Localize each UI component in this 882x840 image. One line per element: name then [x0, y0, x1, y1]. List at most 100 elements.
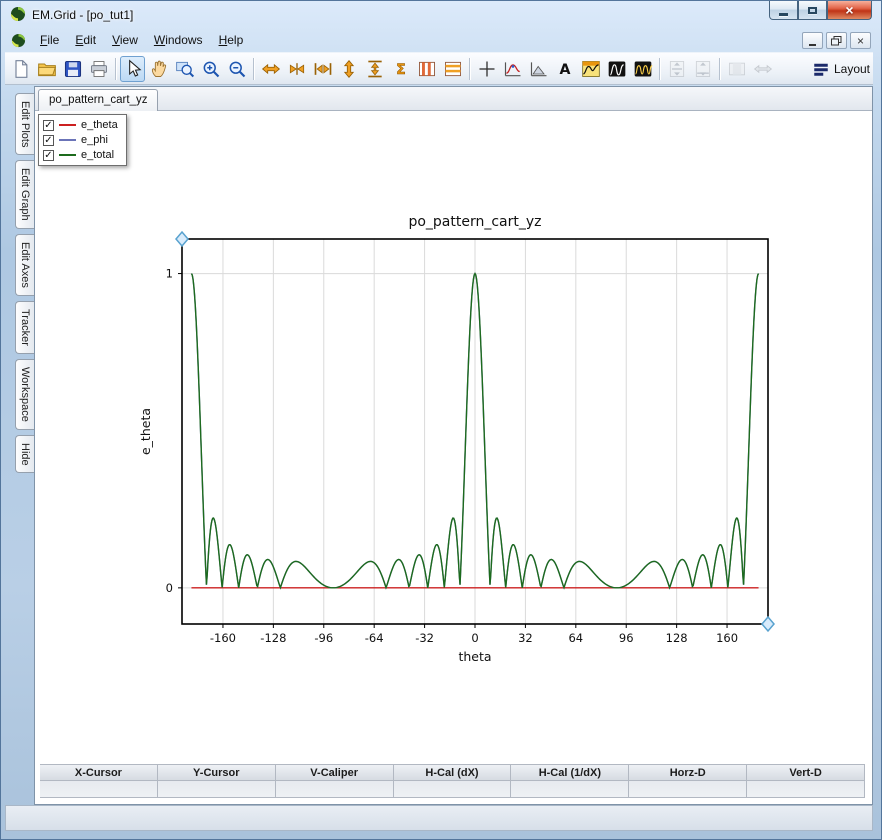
slope-marker-button[interactable] [526, 56, 551, 82]
mdi-close-button[interactable]: × [850, 32, 871, 49]
zoom-window-button[interactable] [172, 56, 197, 82]
chart[interactable]: po_pattern_cart_yz -160 -128 -96 -64 -32 0 32 64… [112, 202, 802, 682]
cursor-table-header: Horz-D [629, 764, 748, 781]
legend-checkbox[interactable]: ✓ [43, 134, 54, 146]
x-tick-label: -160 [210, 631, 236, 645]
mdi-restore-icon [831, 35, 842, 45]
legend-line-sample [59, 139, 76, 141]
zoom-out-button[interactable] [224, 56, 249, 82]
layout-icon [812, 60, 830, 78]
crosshair-button[interactable] [474, 56, 499, 82]
legend: ✓ e_theta ✓ e_phi ✓ e_total [38, 114, 127, 166]
toolbar-separator [719, 57, 720, 80]
save-button[interactable] [60, 56, 85, 82]
x-arrows-button [750, 56, 775, 82]
maximize-button[interactable] [798, 1, 827, 20]
curve-marker-button[interactable] [500, 56, 525, 82]
cursor-table-header: H-Cal (1/dX) [511, 764, 630, 781]
cursor-table-cell[interactable] [629, 781, 748, 798]
x-tick-label: -64 [365, 631, 384, 645]
y-axis-label: e_theta [138, 408, 153, 455]
x-tick-label: 96 [619, 631, 634, 645]
document-tab[interactable]: po_pattern_cart_yz [38, 89, 159, 111]
table-columns-button[interactable] [414, 56, 439, 82]
y-span-button [664, 56, 689, 82]
cursor-table-cell[interactable] [157, 781, 276, 798]
legend-checkbox[interactable]: ✓ [43, 119, 54, 131]
title-bar: EM.Grid - [po_tut1] [1, 1, 881, 29]
menu-file[interactable]: File [32, 31, 67, 50]
document-tab-label: po_pattern_cart_yz [49, 94, 148, 106]
compress-x-button[interactable] [310, 56, 335, 82]
cursor-table-value-row [40, 781, 866, 798]
spectrum-button[interactable] [630, 56, 655, 82]
plot-canvas: ✓ e_theta ✓ e_phi ✓ e_total po_pattern_c… [35, 111, 872, 804]
tab-strip: po_pattern_cart_yz [35, 87, 872, 111]
plot-style-button[interactable] [578, 56, 603, 82]
pan-tool-button[interactable] [146, 56, 171, 82]
fit-y-button[interactable] [362, 56, 387, 82]
sidebar-tab-tracker[interactable]: Tracker [15, 300, 34, 354]
menu-edit[interactable]: Edit [67, 31, 104, 50]
cursor-table-cell[interactable] [40, 781, 158, 798]
sidebar-tab-workspace[interactable]: Workspace [15, 358, 34, 430]
legend-line-sample [59, 124, 76, 126]
select-tool-button[interactable] [120, 55, 145, 82]
sidebar-tab-edit-axes[interactable]: Edit Axes [15, 234, 34, 296]
cursor-table: X-Cursor Y-Cursor V-Caliper H-Cal (dX) H-Cal… [40, 764, 866, 798]
legend-line-sample [59, 154, 76, 156]
open-button[interactable] [34, 56, 59, 82]
menu-windows[interactable]: Windows [146, 31, 211, 50]
cursor-table-cell[interactable] [393, 781, 512, 798]
expand-x-button[interactable] [258, 56, 283, 82]
table-rows-button[interactable] [440, 56, 465, 82]
mdi-minimize-button[interactable] [802, 32, 823, 49]
document-icon [11, 33, 26, 48]
mdi-restore-button[interactable] [826, 32, 847, 49]
legend-label: e_theta [81, 119, 118, 131]
client-area: Edit Plots Edit Graph Edit Axes Tracker Work… [5, 86, 873, 805]
menu-bar: File Edit View Windows Help × [5, 29, 873, 52]
minimize-button[interactable] [769, 1, 798, 20]
close-button[interactable]: × [827, 1, 872, 20]
legend-item-e_theta: ✓ e_theta [43, 119, 118, 131]
new-button[interactable] [8, 56, 33, 82]
minimize-icon [779, 12, 788, 16]
menu-items: File Edit View Windows Help [32, 31, 251, 50]
layout-label: Layout [833, 61, 870, 76]
toolbar-separator [659, 57, 660, 80]
sidebar-tab-edit-plots[interactable]: Edit Plots [15, 93, 34, 156]
cursor-table-cell[interactable] [747, 781, 866, 798]
x-tick-label: -32 [415, 631, 434, 645]
cursor-table-cell[interactable] [275, 781, 394, 798]
x-tick-label: 128 [666, 631, 688, 645]
waveform-button[interactable] [604, 56, 629, 82]
x-tick-label: 160 [716, 631, 738, 645]
menu-help[interactable]: Help [211, 31, 252, 50]
x-span-button [724, 56, 749, 82]
sidebar-tab-edit-graph[interactable]: Edit Graph [15, 160, 34, 230]
cursor-table-header-row: X-Cursor Y-Cursor V-Caliper H-Cal (dX) H-Cal… [40, 764, 866, 781]
close-icon: × [845, 2, 854, 18]
document-area: po_pattern_cart_yz ✓ e_theta ✓ e_phi ✓ e… [34, 86, 873, 805]
toolbar-separator [253, 57, 254, 80]
y-tick-label: 1 [166, 267, 173, 281]
legend-label: e_total [81, 149, 115, 161]
sidebar: Edit Plots Edit Graph Edit Axes Tracker Work… [5, 86, 34, 805]
pan-x-button[interactable] [284, 56, 309, 82]
legend-checkbox[interactable]: ✓ [43, 149, 54, 161]
sidebar-tab-hide[interactable]: Hide [15, 434, 34, 474]
cursor-table-cell[interactable] [511, 781, 630, 798]
layout-control[interactable]: Layout [812, 60, 870, 78]
x-tick-label: 0 [471, 631, 478, 645]
zoom-in-button[interactable] [198, 56, 223, 82]
autoscale-button[interactable] [388, 56, 413, 82]
menu-view[interactable]: View [104, 31, 146, 50]
expand-y-button[interactable] [336, 56, 361, 82]
x-axis-label: theta [458, 649, 491, 664]
maximize-icon [808, 6, 817, 14]
y-tick-label: 0 [166, 581, 173, 595]
toolbar-items [8, 55, 812, 82]
print-button[interactable] [86, 56, 111, 82]
text-annotation-button[interactable] [552, 56, 577, 82]
